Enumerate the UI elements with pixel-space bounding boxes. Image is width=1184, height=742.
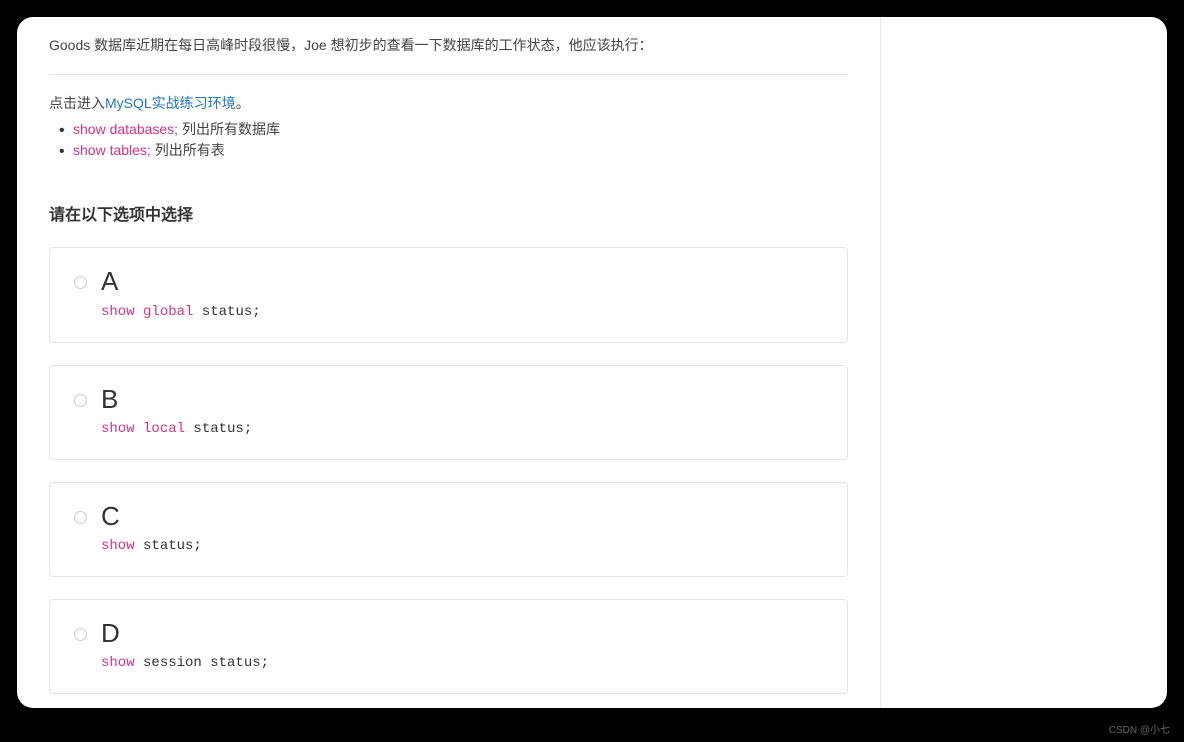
option-b[interactable]: B show local status; <box>49 365 848 460</box>
option-c[interactable]: C show status; <box>49 482 848 577</box>
code-highlight: show tables; <box>73 142 151 158</box>
divider <box>49 74 848 75</box>
code-keyword: show <box>101 304 135 320</box>
intro-line: 点击进入MySQL实战练习环境。 <box>49 93 848 113</box>
option-letter: D <box>101 618 823 649</box>
option-body: C show status; <box>101 501 823 554</box>
option-code: show status; <box>101 538 823 554</box>
page-container: Goods 数据库近期在每日高峰时段很慢，Joe 想初步的查看一下数据库的工作状… <box>17 17 1167 708</box>
code-desc: 列出所有数据库 <box>178 121 280 137</box>
list-item: show tables; 列出所有表 <box>73 140 848 161</box>
code-token: status; <box>193 304 260 320</box>
option-body: D show session status; <box>101 618 823 671</box>
code-keyword: show <box>101 655 135 671</box>
code-highlight: show databases; <box>73 121 178 137</box>
code-keyword: global <box>143 304 193 320</box>
option-code: show session status; <box>101 655 823 671</box>
code-token: session status; <box>135 655 269 671</box>
code-token <box>135 304 143 320</box>
intro-suffix: 。 <box>236 95 250 111</box>
code-token <box>135 421 143 437</box>
option-d[interactable]: D show session status; <box>49 599 848 694</box>
list-item: show databases; 列出所有数据库 <box>73 119 848 140</box>
radio-icon[interactable] <box>74 511 87 524</box>
question-text: Goods 数据库近期在每日高峰时段很慢，Joe 想初步的查看一下数据库的工作状… <box>49 34 848 74</box>
option-letter: C <box>101 501 823 532</box>
code-token: status; <box>135 538 202 554</box>
option-code: show global status; <box>101 304 823 320</box>
option-a[interactable]: A show global status; <box>49 247 848 342</box>
watermark: CSDN @小七 <box>1109 721 1170 736</box>
code-keyword: local <box>143 421 185 437</box>
option-code: show local status; <box>101 421 823 437</box>
option-body: B show local status; <box>101 384 823 437</box>
option-letter: B <box>101 384 823 415</box>
option-body: A show global status; <box>101 266 823 319</box>
code-keyword: show <box>101 421 135 437</box>
command-list: show databases; 列出所有数据库 show tables; 列出所… <box>49 119 848 161</box>
code-token: status; <box>185 421 252 437</box>
practice-env-link[interactable]: MySQL实战练习环境 <box>105 95 236 111</box>
radio-icon[interactable] <box>74 628 87 641</box>
main-content: Goods 数据库近期在每日高峰时段很慢，Joe 想初步的查看一下数据库的工作状… <box>17 17 880 708</box>
intro-prefix: 点击进入 <box>49 95 105 111</box>
code-desc: 列出所有表 <box>151 142 225 158</box>
sidebar <box>880 17 1167 708</box>
options-heading: 请在以下选项中选择 <box>49 201 848 225</box>
radio-icon[interactable] <box>74 394 87 407</box>
option-letter: A <box>101 266 823 297</box>
radio-icon[interactable] <box>74 276 87 289</box>
code-keyword: show <box>101 538 135 554</box>
